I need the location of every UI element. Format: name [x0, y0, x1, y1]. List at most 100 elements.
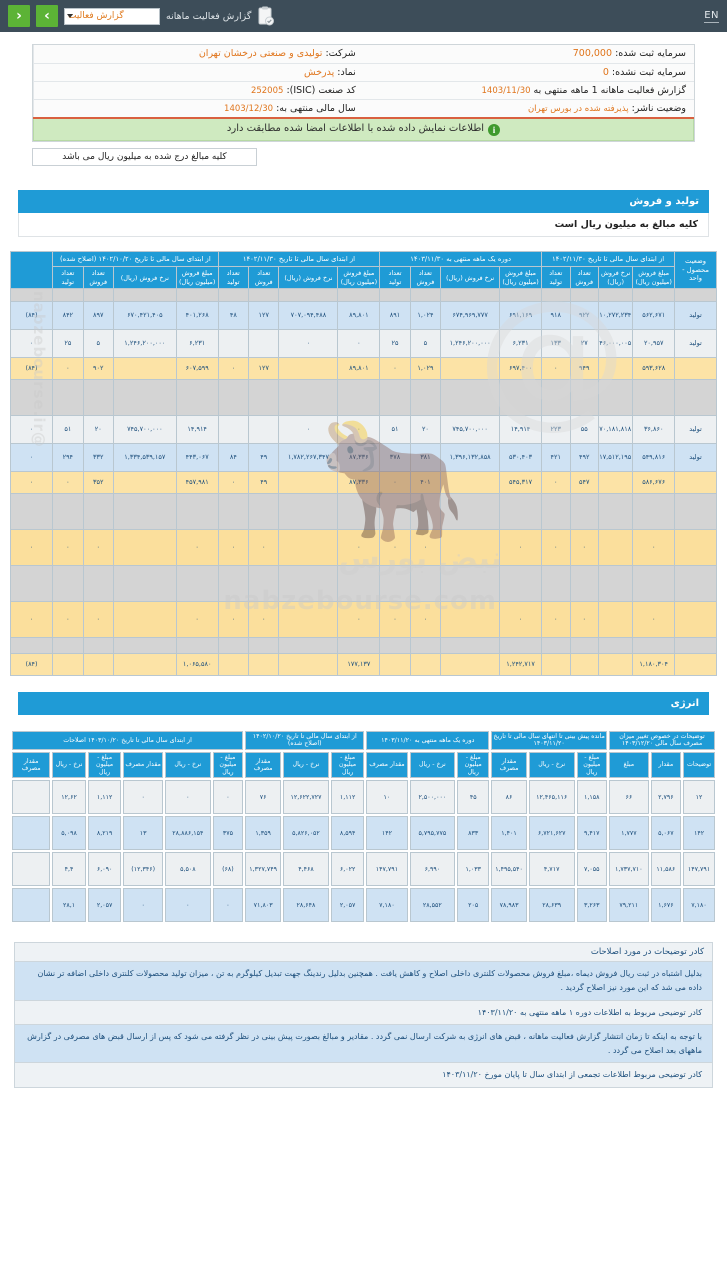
table-cell: [569, 492, 600, 530]
table-cell: ۱,۲۴۶,۲۰۰,۰۰۰: [112, 328, 177, 358]
energy-col-cons-3: مقدار مصرف: [245, 751, 282, 779]
cell-product-status: [674, 528, 717, 566]
table-cell: [440, 600, 501, 638]
table-cell: [248, 328, 280, 358]
table-cell: [278, 492, 339, 530]
table-cell: [598, 287, 634, 302]
table-cell: ۰: [540, 600, 571, 638]
table-cell: [540, 652, 571, 676]
clipboard-check-icon: [257, 6, 275, 26]
table-cell: ۲۲۳: [540, 414, 571, 444]
cell-product-status: [674, 356, 717, 380]
cell-correction: ۰: [9, 414, 54, 444]
table-cell: ۰: [217, 600, 250, 638]
table-cell: [409, 652, 442, 676]
table-cell: [248, 564, 280, 602]
table-cell: ۰: [217, 528, 250, 566]
table-cell: ۲۵: [379, 328, 411, 358]
table-cell: [440, 287, 501, 302]
energy-table-cell: (۱۲,۳۴۶): [123, 852, 163, 887]
next-report-button[interactable]: ›: [36, 5, 58, 27]
table-cell: [598, 564, 634, 602]
table-cell: ۰: [278, 328, 339, 358]
col-rate-4: نرخ فروش (ریال): [112, 266, 177, 289]
production-section-subtitle: کلیه مبالغ به میلیون ریال است: [18, 213, 709, 237]
table-cell: [337, 564, 381, 602]
table-cell: [82, 636, 114, 654]
table-cell: [569, 287, 600, 302]
table-row: ۵۸۶,۶۷۶ ۵۴۷ ۰ ۵۴۵,۳۱۷ ۴۰۱ ۰ ۸۷,۳۳۶ ۴۹ ۰ ۴۵۷,۹۸۱ ۳۵…: [9, 470, 717, 494]
energy-table-body: ۱۲ ۲,۷۹۶ ۶۶ ۱,۱۵۸ ۱۲,۴۶۵,۱۱۶ ۸۶ ۴۵ ۲,۵۰۰,۰۰۰ ۱۰ ۱…: [12, 780, 715, 923]
company-info-card: سرمایه ثبت شده: 700,000 شرکت: تولیدی و ص…: [32, 44, 695, 142]
explanations-header: کادر توضیحات در مورد اصلاحات: [15, 943, 712, 963]
energy-table-cell: ۲,۷۹۶: [650, 780, 682, 815]
report-type-select[interactable]: گزارش فعالیت: [64, 7, 160, 25]
col-salesqty-1: تعداد فروش: [569, 266, 600, 289]
table-cell: ۵۱: [379, 414, 411, 444]
energy-table-row: ۱۴۲ ۵,۰۶۷ ۱,۷۷۷ ۹,۴۱۷ ۶,۷۲۱,۶۲۷ ۱,۴۰۱ ۸۳۳ ۵,۷۹۵…: [12, 816, 715, 851]
table-cell: ۰: [52, 356, 84, 380]
table-cell: ۸۴: [217, 442, 250, 472]
energy-table-cell: ۲۸,۵۵۲: [409, 888, 456, 923]
table-cell: [499, 564, 542, 602]
table-spacer-row: [9, 287, 717, 302]
energy-table-cell: ۱۴۷,۷۹۱: [683, 852, 715, 887]
col-rate-3: نرخ فروش (ریال): [278, 266, 339, 289]
table-cell: [248, 287, 280, 302]
table-cell: ۱,۰۶۵,۵۸۰: [175, 652, 219, 676]
table-cell: [82, 652, 114, 676]
energy-table-cell: ۷۹,۲۱۱: [609, 888, 649, 923]
symbol-value: پدرخش: [304, 66, 335, 78]
table-cell: ۵۱: [52, 414, 84, 444]
table-cell: ۱,۰۲۴: [409, 300, 442, 330]
explanation-item: بدلیل اشتباه در ثبت ریال فروش دیماه ،مبل…: [15, 962, 712, 1001]
table-cell: ۱,۳۳۴,۵۳۹,۱۵۷: [112, 442, 177, 472]
company-value: تولیدی و صنعتی درخشان تهران: [198, 48, 323, 60]
energy-table-cell: ۵,۷۹۵,۷۷۵: [409, 816, 456, 851]
registered-capital-value: 700,000: [572, 48, 613, 60]
table-cell: ۰: [82, 600, 114, 638]
table-cell: ۸۷,۳۳۶: [337, 442, 381, 472]
table-cell: [409, 636, 442, 654]
explanation-item: با توجه به اینکه تا زمان انتشار گزارش فع…: [15, 1025, 712, 1064]
table-cell: ۱۲۷: [248, 300, 280, 330]
report-period-value: 1403/11/30: [481, 85, 531, 96]
table-cell: [278, 287, 339, 302]
table-cell: [248, 378, 280, 416]
table-cell: ۱۲۷: [248, 356, 280, 380]
table-row: تولید۵۴۹,۸۱۶۱,۱۱۷,۵۱۲,۱۹۵۴۹۲۴۲۱۵۳۰,۴۰۳۱,…: [9, 442, 717, 472]
table-cell: [112, 636, 177, 654]
energy-table-cell: ۲,۵۰۰,۰۰۰: [409, 780, 456, 815]
energy-section-title: انرژی: [18, 691, 709, 715]
energy-table-cell: ۱۲,۶۲: [52, 780, 86, 815]
table-cell: ۴۲۱: [540, 442, 571, 472]
table-cell: ۰: [248, 600, 280, 638]
table-cell: [499, 492, 542, 530]
cell-product-status: [674, 492, 717, 530]
company-label: شرکت:: [325, 48, 356, 60]
table-cell: ۱,۱۸۰,۳۰۴: [632, 652, 676, 676]
table-cell: [632, 378, 676, 416]
table-cell: ۸۹۷: [82, 300, 114, 330]
table-cell: ۵۵: [569, 414, 600, 444]
energy-table-cell: ۲,۰۵۷: [330, 888, 365, 923]
table-cell: [409, 492, 442, 530]
energy-col-cons-2: مقدار مصرف: [123, 751, 163, 779]
table-cell: ۸۷,۳۳۶: [337, 470, 381, 494]
energy-table-cell: ۰: [164, 888, 211, 923]
energy-table-cell: ۶,۰۲۲: [330, 852, 365, 887]
table-cell: ۸۹۱: [379, 300, 411, 330]
energy-table-cell: ۶۶: [609, 780, 649, 815]
table-cell: ۶۹۷,۴۰۰: [499, 356, 542, 380]
table-cell: [248, 652, 280, 676]
energy-table-cell: ۶,۰۹۰: [87, 852, 122, 887]
table-cell: ۶۱۰,۲۷۲,۲۳۴: [598, 300, 634, 330]
table-cell: ۹۲۲: [569, 300, 600, 330]
table-cell: ۱,۲۴۶,۲۰۰,۰۰۰: [440, 328, 501, 358]
table-cell: ۵۳۰,۴۰۳: [499, 442, 542, 472]
language-toggle-en[interactable]: EN: [704, 10, 719, 23]
isic-label: کد صنعت (ISIC):: [286, 84, 356, 96]
table-cell: ۰: [217, 356, 250, 380]
top-navigation-bar: EN گزارش فعالیت ماهانه گزارش فعالیت › ‹: [0, 0, 727, 32]
prev-report-button[interactable]: ‹: [8, 5, 30, 27]
